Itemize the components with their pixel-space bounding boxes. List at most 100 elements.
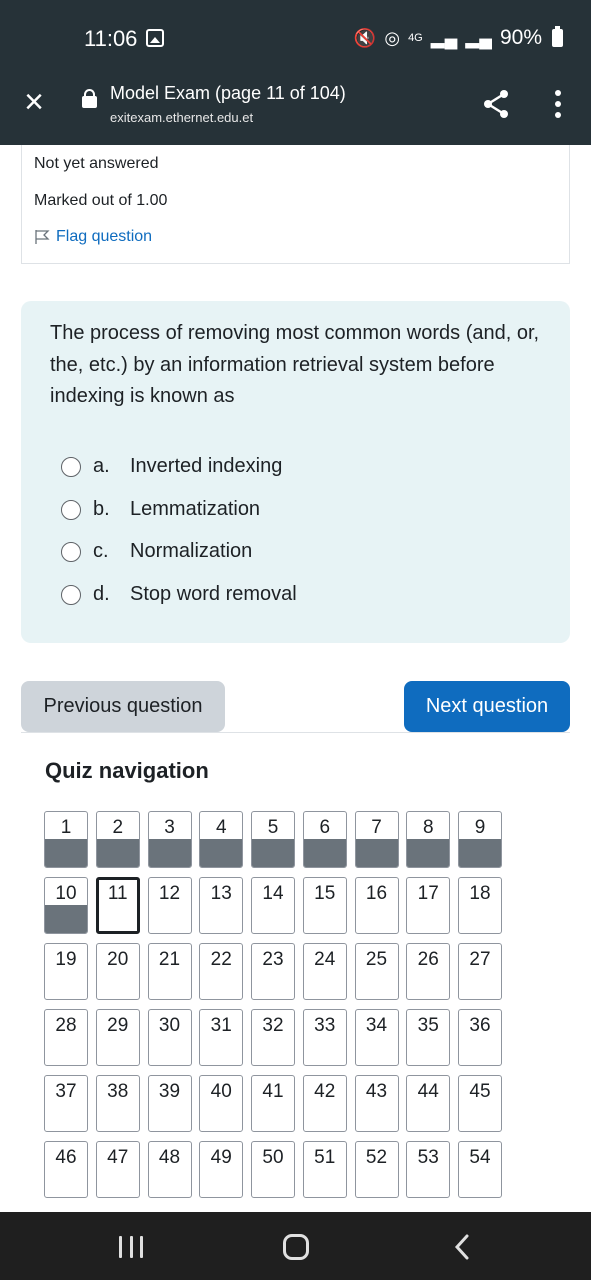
close-icon[interactable]: × [20, 85, 48, 119]
quiz-nav-question-49[interactable]: 49 [199, 1141, 244, 1198]
quiz-nav-question-20[interactable]: 20 [95, 943, 140, 1000]
quiz-nav-number: 53 [417, 1147, 439, 1168]
quiz-nav-question-27[interactable]: 27 [458, 943, 502, 1000]
quiz-nav-question-48[interactable]: 48 [147, 1141, 192, 1198]
quiz-nav-number: 7 [371, 817, 382, 838]
home-icon[interactable] [283, 1234, 309, 1260]
quiz-nav-question-14[interactable]: 14 [251, 877, 295, 934]
quiz-nav-question-35[interactable]: 35 [406, 1009, 451, 1066]
quiz-nav-question-18[interactable]: 18 [458, 877, 502, 934]
quiz-nav-question-13[interactable]: 13 [199, 877, 244, 934]
quiz-nav-question-5[interactable]: 5 [251, 811, 295, 868]
quiz-nav-question-44[interactable]: 44 [406, 1075, 451, 1132]
answer-letter: a. [93, 455, 110, 477]
quiz-nav-question-23[interactable]: 23 [251, 943, 295, 1000]
quiz-nav-question-4[interactable]: 4 [199, 811, 244, 868]
more-options-icon[interactable] [548, 88, 568, 120]
quiz-nav-number: 23 [262, 949, 284, 970]
quiz-nav-number: 46 [55, 1147, 77, 1168]
status-icons: 🔇 ◎ 4G ▂▄ ▂▄ 90% [354, 26, 563, 50]
quiz-nav-question-12[interactable]: 12 [147, 877, 192, 934]
radio-button[interactable] [61, 456, 81, 477]
question-info: Not yet answered Marked out of 1.00 Flag… [21, 145, 570, 264]
quiz-nav-number: 17 [417, 883, 439, 904]
quiz-nav-number: 31 [210, 1015, 232, 1036]
quiz-nav-question-32[interactable]: 32 [251, 1009, 295, 1066]
answer-text: Lemmatization [130, 498, 261, 520]
quiz-nav-question-33[interactable]: 33 [302, 1009, 347, 1066]
flag-question-link[interactable]: Flag question [34, 228, 152, 246]
quiz-nav-question-26[interactable]: 26 [406, 943, 451, 1000]
quiz-nav-question-41[interactable]: 41 [251, 1075, 295, 1132]
quiz-nav-question-19[interactable]: 19 [44, 943, 88, 1000]
quiz-nav-question-40[interactable]: 40 [199, 1075, 244, 1132]
page-url[interactable]: exitexam.ethernet.edu.et [110, 110, 253, 125]
quiz-nav-question-8[interactable]: 8 [406, 811, 451, 868]
quiz-nav-number: 12 [158, 883, 181, 904]
answer-option-c[interactable]: c. Normalization [61, 540, 252, 563]
quiz-nav-question-17[interactable]: 17 [406, 877, 451, 934]
quiz-nav-question-37[interactable]: 37 [44, 1075, 88, 1132]
question-text: The process of removing most common word… [50, 322, 540, 407]
previous-question-button[interactable]: Previous question [21, 681, 225, 732]
share-icon[interactable] [480, 88, 512, 120]
back-icon[interactable] [452, 1232, 472, 1262]
quiz-nav-number: 35 [417, 1015, 439, 1036]
quiz-nav-number: 16 [365, 883, 388, 904]
quiz-nav-question-43[interactable]: 43 [354, 1075, 399, 1132]
radio-button[interactable] [61, 584, 81, 605]
quiz-nav-number: 8 [422, 817, 434, 838]
quiz-nav-question-39[interactable]: 39 [147, 1075, 192, 1132]
quiz-nav-number: 54 [469, 1147, 491, 1168]
answer-option-a[interactable]: a. Inverted indexing [61, 455, 282, 478]
browser-toolbar: × Model Exam (page 11 of 104) exitexam.e… [0, 78, 591, 145]
quiz-nav-question-6[interactable]: 6 [302, 811, 347, 868]
quiz-nav-question-25[interactable]: 25 [354, 943, 399, 1000]
quiz-nav-question-52[interactable]: 52 [354, 1141, 399, 1198]
quiz-nav-number: 33 [314, 1015, 336, 1036]
quiz-nav-number: 29 [107, 1015, 129, 1036]
quiz-nav-number: 50 [262, 1147, 284, 1168]
quiz-nav-question-31[interactable]: 31 [199, 1009, 244, 1066]
quiz-nav-question-7[interactable]: 7 [354, 811, 399, 868]
quiz-nav-question-47[interactable]: 47 [95, 1141, 140, 1198]
quiz-nav-question-28[interactable]: 28 [44, 1009, 88, 1066]
quiz-nav-question-16[interactable]: 16 [354, 877, 399, 934]
answer-letter: b. [93, 498, 110, 520]
answer-option-d[interactable]: d. Stop word removal [61, 583, 297, 606]
answer-option-b[interactable]: b. Lemmatization [61, 498, 260, 521]
quiz-nav-question-51[interactable]: 51 [302, 1141, 347, 1198]
quiz-nav-question-9[interactable]: 9 [458, 811, 502, 868]
quiz-nav-number: 4 [215, 817, 227, 838]
quiz-nav-question-22[interactable]: 22 [199, 943, 244, 1000]
quiz-nav-question-50[interactable]: 50 [251, 1141, 295, 1198]
answered-indicator [45, 905, 87, 933]
quiz-nav-question-45[interactable]: 45 [458, 1075, 502, 1132]
quiz-nav-question-11[interactable]: 11 [95, 877, 140, 934]
quiz-nav-question-36[interactable]: 36 [458, 1009, 502, 1066]
signal-icon-2: ▂▄ [465, 27, 492, 48]
radio-button[interactable] [61, 541, 81, 562]
quiz-nav-question-10[interactable]: 10 [44, 877, 88, 934]
quiz-nav-question-38[interactable]: 38 [95, 1075, 140, 1132]
quiz-nav-question-30[interactable]: 30 [147, 1009, 192, 1066]
status-time: 11:06 [84, 26, 138, 51]
quiz-nav-question-34[interactable]: 34 [354, 1009, 399, 1066]
quiz-nav-question-54[interactable]: 54 [458, 1141, 502, 1198]
image-notification-icon [146, 29, 164, 47]
quiz-nav-question-1[interactable]: 1 [44, 811, 88, 868]
quiz-nav-number: 25 [365, 949, 388, 970]
radio-button[interactable] [61, 499, 81, 520]
quiz-nav-question-29[interactable]: 29 [95, 1009, 140, 1066]
answer-letter: d. [93, 583, 110, 605]
quiz-nav-question-2[interactable]: 2 [95, 811, 140, 868]
quiz-nav-question-42[interactable]: 42 [302, 1075, 347, 1132]
quiz-nav-question-46[interactable]: 46 [44, 1141, 88, 1198]
quiz-nav-question-24[interactable]: 24 [302, 943, 347, 1000]
recents-icon[interactable] [119, 1236, 143, 1258]
quiz-nav-question-53[interactable]: 53 [406, 1141, 451, 1198]
quiz-nav-question-21[interactable]: 21 [147, 943, 192, 1000]
quiz-nav-question-3[interactable]: 3 [147, 811, 192, 868]
quiz-nav-question-15[interactable]: 15 [302, 877, 347, 934]
next-question-button[interactable]: Next question [404, 681, 570, 732]
